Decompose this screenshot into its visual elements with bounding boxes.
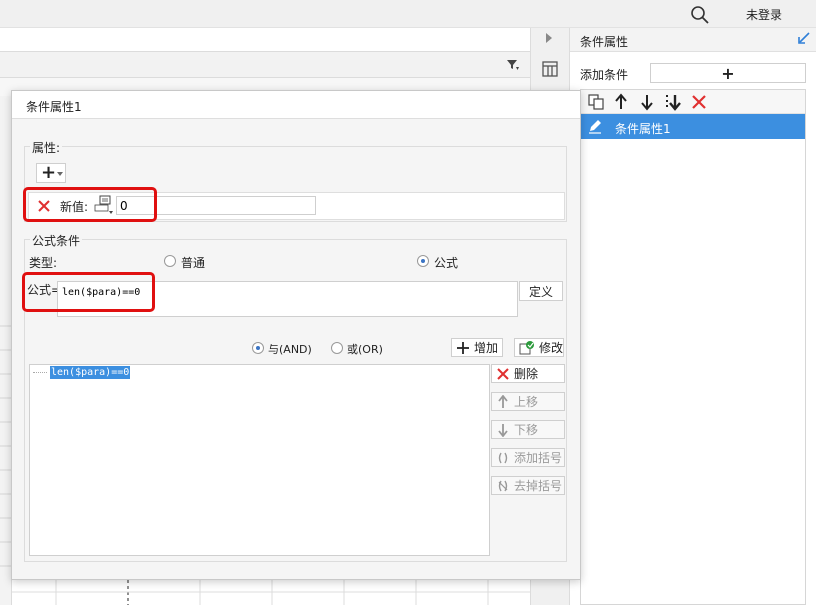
- remove-parenthesis-label: 去掉括号: [514, 479, 563, 493]
- arrow-down-icon: [498, 423, 508, 437]
- type-formula-radio[interactable]: [417, 255, 429, 267]
- remove-parenthesis-button[interactable]: 去掉括号: [491, 476, 565, 495]
- remove-parenthesis-icon: [498, 480, 508, 491]
- dialog-titlebar: [12, 91, 580, 119]
- condition-list-item-label: 条件属性1: [615, 122, 671, 136]
- edit-pencil-icon: [589, 120, 601, 134]
- define-button[interactable]: 定义: [519, 281, 563, 301]
- modify-icon: [519, 340, 534, 354]
- add-condition-item-label: 增加: [474, 341, 499, 355]
- add-parenthesis-button[interactable]: 添加括号: [491, 448, 565, 467]
- type-normal-radio[interactable]: [164, 255, 176, 267]
- editor-subheader: [0, 52, 530, 78]
- condition-expression-list[interactable]: [29, 364, 490, 556]
- condition-list-panel: [580, 89, 806, 605]
- type-formula-label[interactable]: 公式: [434, 254, 458, 271]
- highlight-property-row: [23, 187, 157, 222]
- login-link[interactable]: 未登录: [746, 6, 782, 23]
- logic-or-radio[interactable]: [331, 342, 343, 354]
- delete-icon[interactable]: [690, 93, 708, 111]
- type-label: 类型:: [29, 256, 58, 270]
- properties-legend: 属性:: [30, 139, 63, 156]
- right-panel-title: 条件属性: [580, 35, 629, 49]
- modify-condition-label: 修改: [539, 341, 564, 355]
- plus-icon: [457, 341, 469, 354]
- delete-condition-button[interactable]: 删除: [491, 364, 565, 383]
- formula-condition-legend: 公式条件: [30, 232, 83, 249]
- logic-or-label[interactable]: 或(OR): [347, 341, 383, 357]
- expand-arrow-icon[interactable]: [546, 33, 552, 43]
- add-condition-button[interactable]: +: [650, 63, 806, 83]
- modify-condition-button[interactable]: 修改: [514, 338, 564, 357]
- logic-and-label[interactable]: 与(AND): [268, 341, 312, 357]
- parenthesis-icon: [498, 452, 508, 463]
- condition-expression-item[interactable]: len($para)==0: [50, 366, 131, 379]
- arrow-up-icon: [498, 394, 508, 408]
- layout-icon[interactable]: [541, 60, 559, 78]
- move-down-button[interactable]: 下移: [491, 420, 565, 439]
- move-up-icon[interactable]: [612, 93, 630, 111]
- add-condition-item-button[interactable]: 增加: [451, 338, 503, 357]
- tree-connector: [33, 372, 47, 373]
- filter-icon[interactable]: [506, 58, 520, 72]
- highlight-formula-input: [22, 272, 155, 312]
- search-icon[interactable]: [690, 5, 710, 25]
- copy-icon[interactable]: [587, 93, 605, 111]
- move-up-button[interactable]: 上移: [491, 392, 565, 411]
- add-condition-label: 添加条件: [580, 68, 629, 82]
- plus-icon: +: [41, 162, 57, 183]
- add-parenthesis-label: 添加括号: [514, 451, 563, 465]
- move-up-label: 上移: [514, 395, 539, 409]
- dialog-title: 条件属性1: [26, 100, 82, 114]
- condition-list-item[interactable]: 条件属性1: [581, 114, 805, 139]
- delete-condition-label: 删除: [514, 367, 539, 381]
- move-down-label: 下移: [514, 423, 539, 437]
- add-property-button[interactable]: +: [36, 162, 66, 183]
- editor-header: [0, 28, 530, 52]
- move-down-icon[interactable]: [638, 93, 656, 111]
- collapse-arrow-icon[interactable]: [798, 32, 810, 44]
- type-normal-label[interactable]: 普通: [181, 254, 205, 271]
- delete-icon: [497, 367, 509, 380]
- move-bottom-icon[interactable]: [664, 93, 682, 111]
- dropdown-caret-icon: [57, 172, 63, 176]
- logic-and-radio[interactable]: [252, 342, 264, 354]
